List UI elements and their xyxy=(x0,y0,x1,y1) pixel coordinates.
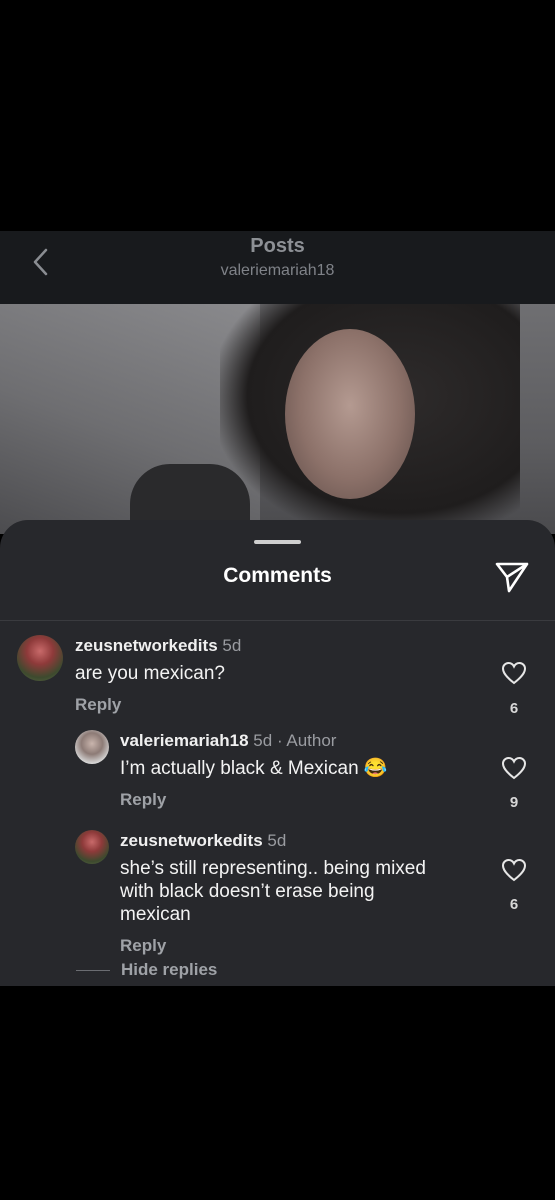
reply-button[interactable]: Reply xyxy=(120,936,166,956)
comment-text-line: she’s still representing.. being mixed xyxy=(120,858,426,879)
comments-sheet: Comments zeusnetworkedits 5d are you mex… xyxy=(0,520,555,986)
reply-button[interactable]: Reply xyxy=(75,695,121,715)
comment-text: I’m actually black & Mexican 😂 xyxy=(120,758,388,779)
top-header: Posts valeriemariah18 xyxy=(0,231,555,304)
avatar[interactable] xyxy=(17,635,63,681)
reply-button[interactable]: Reply xyxy=(120,790,166,810)
comment-username[interactable]: zeusnetworkedits 5d xyxy=(75,636,241,656)
comment-username[interactable]: zeusnetworkedits 5d xyxy=(120,831,286,851)
comment-text: she’s still representing.. being mixed w… xyxy=(120,857,426,926)
author-tag: · Author xyxy=(276,731,337,750)
comment-text-line: with black doesn’t erase being xyxy=(120,881,375,902)
comment-time: 5d xyxy=(222,636,242,655)
page-title: Posts xyxy=(250,235,305,257)
heart-outline-icon[interactable] xyxy=(501,756,527,780)
comment-time: 5d xyxy=(253,731,273,750)
heart-outline-icon[interactable] xyxy=(501,858,527,882)
comments-title: Comments xyxy=(223,564,332,587)
comment-time: 5d xyxy=(267,831,287,850)
hide-replies-button[interactable]: Hide replies xyxy=(121,960,217,980)
like-count: 6 xyxy=(509,700,519,717)
heart-outline-icon[interactable] xyxy=(501,661,527,685)
divider xyxy=(0,620,555,621)
page-subtitle-username[interactable]: valeriemariah18 xyxy=(0,262,555,280)
like-count: 9 xyxy=(509,794,519,811)
comment-username[interactable]: valeriemariah18 5d · Author xyxy=(120,731,336,751)
avatar[interactable] xyxy=(75,730,109,764)
paper-plane-icon[interactable] xyxy=(494,560,530,594)
like-count: 6 xyxy=(509,896,519,913)
hide-replies-line xyxy=(76,970,110,971)
comment-text: are you mexican? xyxy=(75,663,225,684)
post-photo xyxy=(0,304,555,534)
drag-handle[interactable] xyxy=(254,540,301,544)
avatar[interactable] xyxy=(75,830,109,864)
comment-text-line: mexican xyxy=(120,904,191,925)
